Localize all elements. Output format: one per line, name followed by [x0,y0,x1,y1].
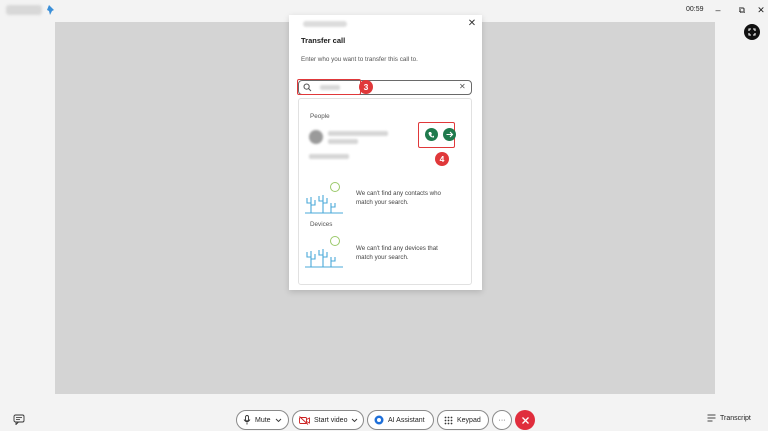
start-video-label: Start video [314,416,348,424]
microphone-icon [243,415,251,425]
cactus-illustration-icon [305,181,345,220]
transfer-call-dialog: ✕ Transfer call Enter who you want to tr… [289,15,482,290]
window-close-icon[interactable]: ✕ [754,3,768,17]
people-empty-message: We can't find any contacts who match you… [356,190,441,206]
step3-badge: 3 [359,80,373,94]
transcript-label: Transcript [720,414,751,422]
pin-icon[interactable] [46,4,56,16]
mute-button[interactable]: Mute [236,410,289,430]
fullscreen-icon [748,28,756,36]
dialog-title: Transfer call [301,36,346,45]
video-off-icon [299,415,310,425]
more-icon: ··· [498,416,506,424]
step3-highlight [297,79,361,95]
transcript-icon [707,414,716,422]
ai-assistant-icon [374,415,384,425]
end-call-button[interactable] [515,410,535,430]
minimize-icon[interactable]: – [711,3,725,17]
contact-result[interactable] [309,127,419,161]
transcript-button[interactable]: Transcript [707,414,751,422]
step4-badge: 4 [435,152,449,166]
chevron-down-icon [275,418,281,422]
people-label: People [310,113,330,120]
devices-label: Devices [310,221,333,228]
keypad-label: Keypad [457,416,481,424]
cactus-illustration-icon [305,235,345,274]
contact-name [328,131,388,136]
chat-icon[interactable] [13,414,25,425]
ai-assistant-label: AI Assistant [388,416,425,424]
app-title [6,5,42,15]
mute-label: Mute [255,416,271,424]
ai-assistant-button[interactable]: AI Assistant [367,410,434,430]
fullscreen-button[interactable] [744,24,760,40]
restore-icon[interactable]: ⧉ [735,3,749,17]
keypad-button[interactable]: Keypad [437,410,489,430]
consult-transfer-button[interactable] [425,128,438,141]
call-timer: 00:59 [686,6,704,13]
close-icon[interactable]: ✕ [467,19,477,29]
contact-detail [328,139,358,144]
transfer-now-button[interactable] [443,128,456,141]
close-icon [521,416,529,424]
consult-icon [428,132,434,138]
dialog-subtitle: Enter who you want to transfer this call… [301,56,418,63]
avatar [309,130,323,144]
more-options-button[interactable]: ··· [492,410,512,430]
devices-empty-message: We can't find any devices that match you… [356,245,438,261]
dialog-header-text [303,21,347,27]
clear-icon[interactable]: ✕ [459,82,466,91]
keypad-icon [444,416,453,424]
chevron-down-icon [352,418,358,422]
start-video-button[interactable]: Start video [292,410,364,430]
contact-detail-2 [309,154,349,159]
arrow-right-icon [446,131,454,138]
